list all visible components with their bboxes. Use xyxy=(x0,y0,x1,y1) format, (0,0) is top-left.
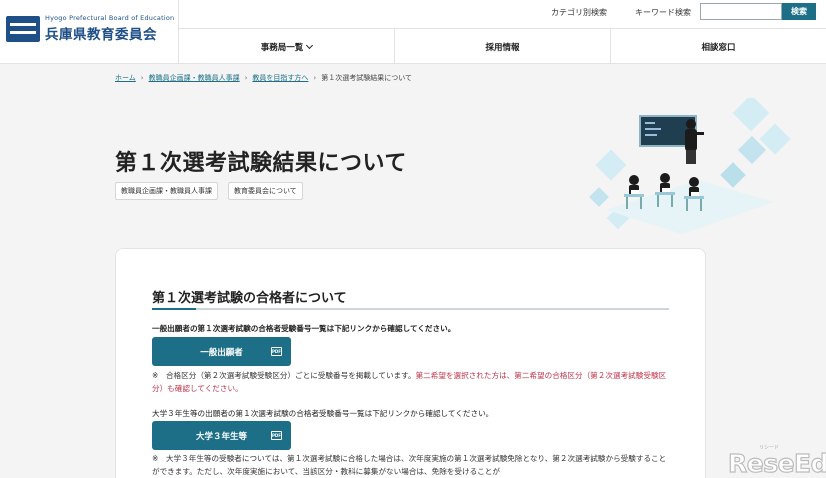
site-header: Hyogo Prefectural Board of Education 兵庫県… xyxy=(0,0,826,64)
logo-japanese: 兵庫県教育委員会 xyxy=(45,27,157,43)
pdf-file-icon: PDF xyxy=(271,347,282,356)
breadcrumb-current: 第１次選考試験結果について xyxy=(321,74,413,82)
chevron-right-icon: › xyxy=(313,74,317,82)
breadcrumb-home[interactable]: ホーム xyxy=(115,73,136,83)
section-divider xyxy=(152,308,669,310)
chevron-right-icon: › xyxy=(140,74,144,82)
logo-english: Hyogo Prefectural Board of Education xyxy=(45,14,175,22)
tag-division[interactable]: 教職員企画課・教職員人事課 xyxy=(115,182,218,200)
university-students-button[interactable]: 大学３年生等 PDF xyxy=(152,421,291,450)
intro-text: 一般出願者の第１次選考試験の合格者受験番号一覧は下記リンクから確認してください。 xyxy=(152,324,456,333)
watermark-logo: ReseEd xyxy=(727,448,826,478)
reseed-watermark: リシード ReseEd xyxy=(722,443,826,478)
breadcrumb-division[interactable]: 教職員企画課・教職員人事課 xyxy=(149,73,240,83)
nav-item-recruitment[interactable]: 採用情報 xyxy=(395,29,611,64)
intro-univ-text: 大学３年生等の出願者の第１次選考試験の合格者受験番号一覧は下記リンクから確認して… xyxy=(152,409,494,418)
site-logo[interactable]: Hyogo Prefectural Board of Education 兵庫県… xyxy=(6,14,174,43)
breadcrumb-teachers[interactable]: 教員を目指す方へ xyxy=(252,73,308,83)
note-general: ※ 合格区分（第２次選考試験受験区分）ごとに受験番号を掲載しています。第二希望を… xyxy=(152,371,667,394)
page-title: 第１次選考試験結果について xyxy=(115,151,407,176)
breadcrumb: ホーム › 教職員企画課・教職員人事課 › 教員を目指す方へ › 第１次選考試験… xyxy=(115,73,412,83)
note-univ: ※ 大学３年生等の受験者については、第１次選考試験に合格した場合は、次年度実施の… xyxy=(152,454,667,477)
general-applicants-button[interactable]: 一般出願者 PDF xyxy=(152,337,291,366)
nav-item-offices[interactable]: 事務局一覧 xyxy=(179,29,395,64)
chevron-down-icon xyxy=(306,41,314,49)
category-tags: 教職員企画課・教職員人事課 教育委員会について xyxy=(115,182,303,200)
section-title: 第１次選考試験の合格者について xyxy=(152,291,347,306)
chevron-right-icon: › xyxy=(244,74,248,82)
keyword-search-label: キーワード検索 xyxy=(635,8,691,17)
pdf-file-icon: PDF xyxy=(271,431,282,440)
tag-board[interactable]: 教育委員会について xyxy=(228,182,303,200)
hyogo-emblem-icon xyxy=(6,15,40,42)
search-input[interactable] xyxy=(700,3,782,20)
nav-item-consultation[interactable]: 相談窓口 xyxy=(611,29,826,64)
content-card: 第１次選考試験の合格者について 一般出願者の第１次選考試験の合格者受験番号一覧は… xyxy=(115,248,706,478)
search-button[interactable]: 検索 xyxy=(782,3,816,20)
global-nav: 事務局一覧 採用情報 相談窓口 xyxy=(179,29,826,64)
classroom-illustration xyxy=(589,98,791,234)
category-search-link[interactable]: カテゴリ別検索 xyxy=(551,7,607,18)
